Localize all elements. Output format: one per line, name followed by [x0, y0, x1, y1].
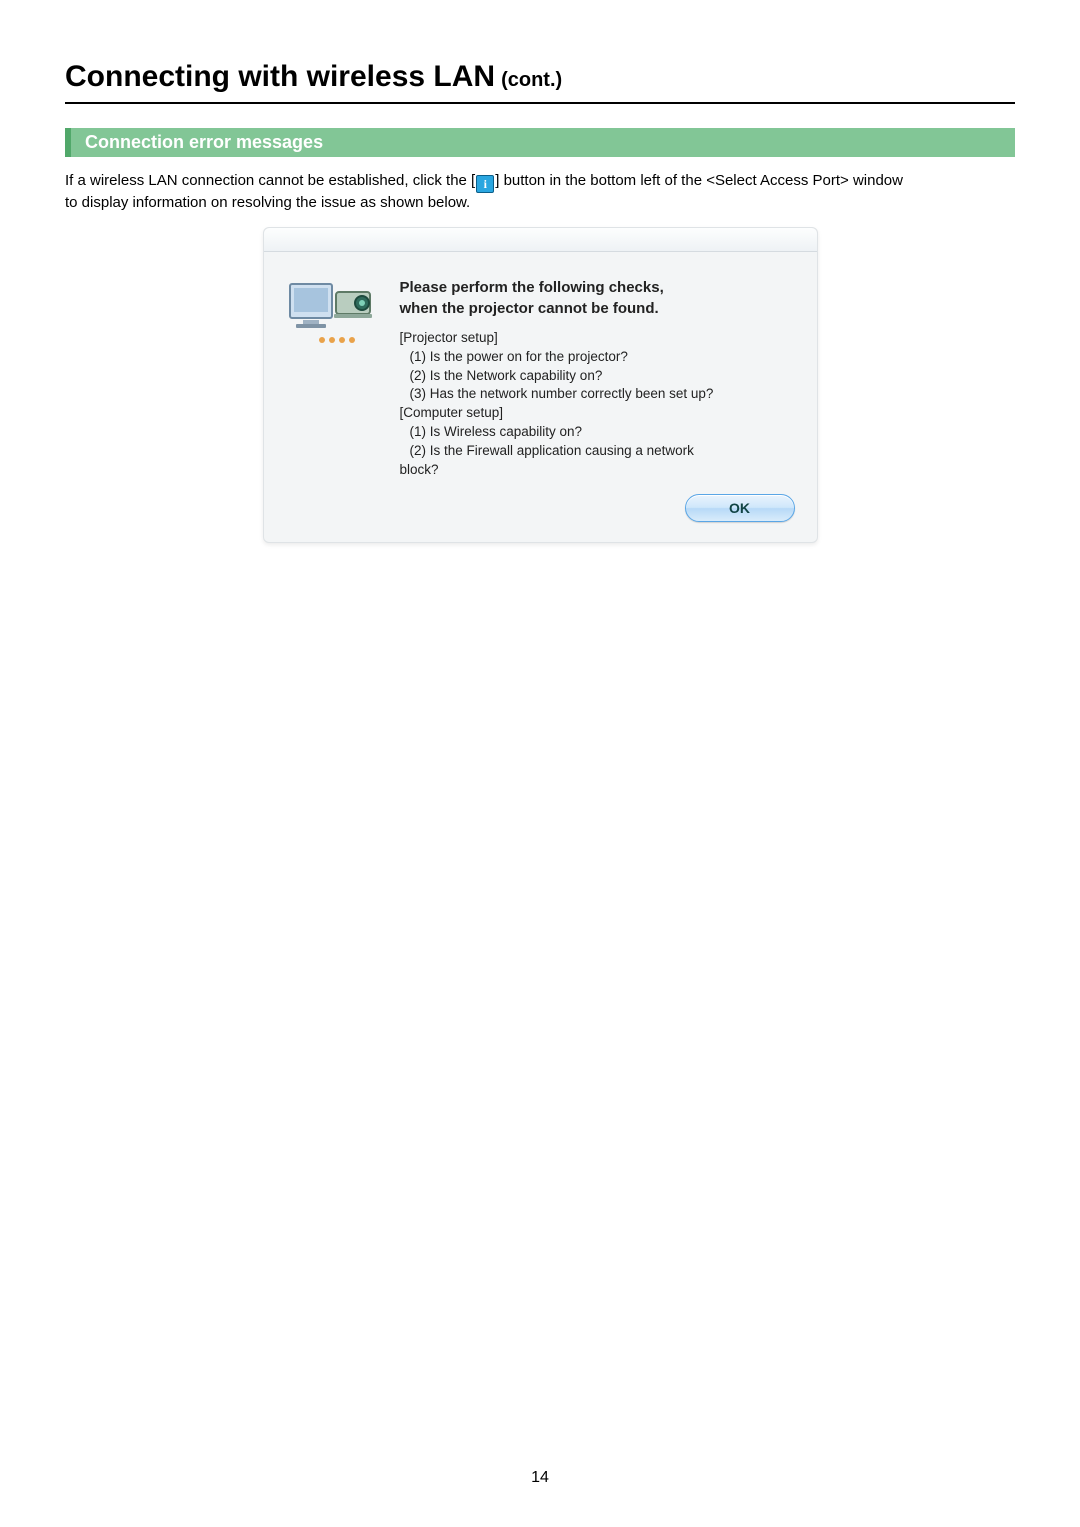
group-projector-label: [Projector setup] — [400, 329, 795, 348]
dialog-container: Please perform the following checks, whe… — [65, 227, 1015, 543]
group-computer-label: [Computer setup] — [400, 404, 795, 423]
page-title-main: Connecting with wireless LAN — [65, 60, 495, 94]
ok-button[interactable]: OK — [685, 494, 795, 522]
info-icon: i — [476, 175, 494, 193]
list-item: (1) Is the power on for the projector? — [400, 348, 795, 367]
projector-computer-icon — [286, 278, 378, 480]
page-title-suffix: (cont.) — [501, 69, 562, 92]
list-item: (2) Is the Network capability on? — [400, 367, 795, 386]
dialog-heading-line2: when the projector cannot be found. — [400, 299, 795, 319]
page-number: 14 — [0, 1469, 1080, 1487]
dialog-text: Please perform the following checks, whe… — [400, 278, 795, 480]
intro-text-after: ] button in the bottom left of the <Sele… — [495, 172, 903, 189]
dialog-titlebar — [264, 228, 817, 252]
dialog-body: Please perform the following checks, whe… — [264, 252, 817, 490]
title-divider — [65, 102, 1015, 104]
list-item-trail: block? — [400, 461, 795, 480]
dialog-heading: Please perform the following checks, whe… — [400, 278, 795, 319]
intro-paragraph: If a wireless LAN connection cannot be e… — [65, 171, 1015, 213]
dialog-checklist: [Projector setup] (1) Is the power on fo… — [400, 329, 795, 480]
section-heading: Connection error messages — [65, 128, 1015, 157]
dialog-footer: OK — [264, 490, 817, 542]
intro-text-before: If a wireless LAN connection cannot be e… — [65, 172, 475, 189]
page-title: Connecting with wireless LAN (cont.) — [65, 60, 1015, 94]
list-item: (3) Has the network number correctly bee… — [400, 385, 795, 404]
list-item: (1) Is Wireless capability on? — [400, 423, 795, 442]
list-item: (2) Is the Firewall application causing … — [400, 442, 795, 461]
document-page: Connecting with wireless LAN (cont.) Con… — [0, 0, 1080, 1527]
error-dialog: Please perform the following checks, whe… — [263, 227, 818, 543]
intro-text-line2: to display information on resolving the … — [65, 193, 1015, 213]
dialog-heading-line1: Please perform the following checks, — [400, 278, 795, 298]
